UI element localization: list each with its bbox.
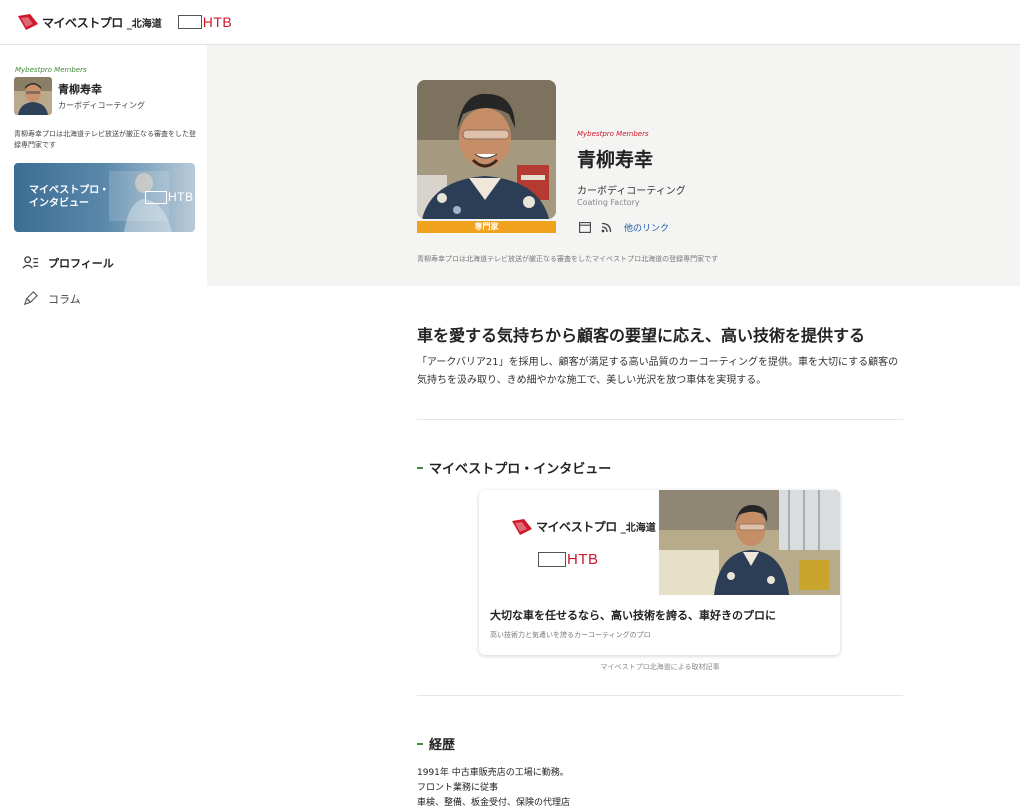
- banner-text: マイベストプロ・ インタビュー: [29, 184, 109, 210]
- card-logo: マイベストプロ _北海道: [512, 518, 656, 535]
- card-photo: [659, 490, 840, 595]
- interview-card[interactable]: マイベストプロ _北海道 HTB 大切な車を任せるなら、高い技術を誇る、車好きの…: [479, 490, 840, 655]
- sidebar-item-profile[interactable]: プロフィール: [22, 254, 192, 271]
- profile-band: 専門家 Mybestpro Members 青柳寿幸 カーボディコーティング C…: [207, 45, 1020, 286]
- profile-note: 青柳寿幸プロは北海道テレビ放送が厳正なる審査をしたマイベストプロ北海道の登録専門…: [417, 255, 719, 263]
- website-icon[interactable]: [579, 222, 591, 233]
- profile-members-label: Mybestpro Members: [577, 130, 649, 138]
- section-dash-icon: [417, 466, 423, 469]
- sidebar-category: カーボディコーティング: [58, 101, 145, 110]
- htb-text: HTB: [202, 14, 233, 30]
- card-htb-logo: HTB: [538, 551, 599, 568]
- divider: [417, 695, 903, 696]
- interview-section-title: マイベストプロ・インタビュー: [417, 458, 611, 477]
- card-subtitle: 高い技術力と気遣いを誇るカーコーティングのプロ: [490, 631, 651, 639]
- profile-name: 青柳寿幸: [577, 149, 654, 171]
- interview-section-label: マイベストプロ・インタビュー: [429, 462, 612, 477]
- card-logo-region: _北海道: [620, 523, 656, 534]
- career-section-title: 経歴: [417, 734, 455, 753]
- banner-htb-logo: HTB: [145, 190, 194, 204]
- expert-badge: 専門家: [417, 221, 556, 233]
- page-headline: 車を愛する気持ちから顧客の要望に応え、高い技術を提供する: [417, 326, 866, 345]
- career-section-label: 経歴: [429, 738, 456, 753]
- htb-logo[interactable]: HTB: [177, 14, 233, 30]
- sidebar-members-label: Mybestpro Members: [15, 66, 87, 74]
- banner-htb-text: HTB: [168, 190, 194, 204]
- sidebar-item-column[interactable]: コラム: [22, 290, 192, 307]
- banner-htb-box-icon: [145, 190, 167, 204]
- interview-banner[interactable]: マイベストプロ・ インタビュー HTB: [14, 163, 195, 232]
- profile-category: カーボディコーティング: [577, 186, 686, 197]
- interview-caption: マイベストプロ北海道による取材記事: [600, 663, 720, 671]
- site-header: マイベストプロ _北海道 HTB: [0, 0, 1020, 45]
- banner-text-line2: インタビュー: [29, 198, 89, 209]
- site-logo[interactable]: マイベストプロ _北海道: [18, 14, 162, 31]
- card-htb-text: HTB: [567, 551, 599, 568]
- banner-text-line1: マイベストプロ・: [29, 185, 110, 196]
- card-logo-text: マイベストプロ: [536, 520, 617, 534]
- card-logo-mark-icon: [512, 518, 532, 535]
- sidebar-item-profile-label: プロフィール: [48, 256, 114, 270]
- divider: [417, 419, 903, 420]
- career-line: 1991年 中古車販売店の工場に勤務。: [417, 768, 569, 778]
- logo-region: _北海道: [126, 18, 162, 30]
- card-title: 大切な車を任せるなら、高い技術を誇る、車好きのプロに: [490, 609, 776, 622]
- career-line: 車検、整備、板金受付、保険の代理店: [417, 798, 571, 808]
- avatar[interactable]: [14, 77, 52, 115]
- lead-text: 「アークバリア21」を採用し、顧客が満足する高い品質のカーコーティングを提供。車…: [417, 357, 899, 386]
- card-logo-area: マイベストプロ _北海道 HTB: [479, 490, 659, 595]
- logo-text: マイベストプロ: [42, 15, 123, 30]
- career-line: フロント業務に従事: [417, 783, 499, 793]
- profile-company: Coating Factory: [577, 198, 640, 207]
- profile-photo: [417, 80, 556, 219]
- profile-photo-icon: [417, 80, 556, 219]
- rss-icon[interactable]: [601, 222, 612, 233]
- career-text: 1991年 中古車販売店の工場に勤務。 フロント業務に従事 車検、整備、板金受付…: [417, 766, 570, 811]
- person-list-icon: [22, 256, 39, 269]
- other-links-link[interactable]: 他のリンク: [624, 221, 669, 234]
- htb-box-icon: [177, 15, 202, 29]
- card-htb-box-icon: [538, 552, 566, 567]
- card-photo-icon: [659, 490, 840, 595]
- sidebar-name: 青柳寿幸: [58, 83, 102, 96]
- sidebar-item-column-label: コラム: [48, 292, 81, 306]
- pen-icon: [23, 291, 38, 306]
- logo-mark-icon: [18, 14, 38, 30]
- sidebar-description: 青柳寿幸プロは北海道テレビ放送が厳正なる審査をした登録専門家です: [14, 130, 196, 149]
- avatar-photo-icon: [14, 77, 52, 115]
- section-dash-icon: [417, 742, 423, 745]
- sidebar: Mybestpro Members 青柳寿幸 カーボディコーティング 青柳寿幸プ…: [0, 45, 207, 810]
- profile-links: 他のリンク: [579, 221, 669, 234]
